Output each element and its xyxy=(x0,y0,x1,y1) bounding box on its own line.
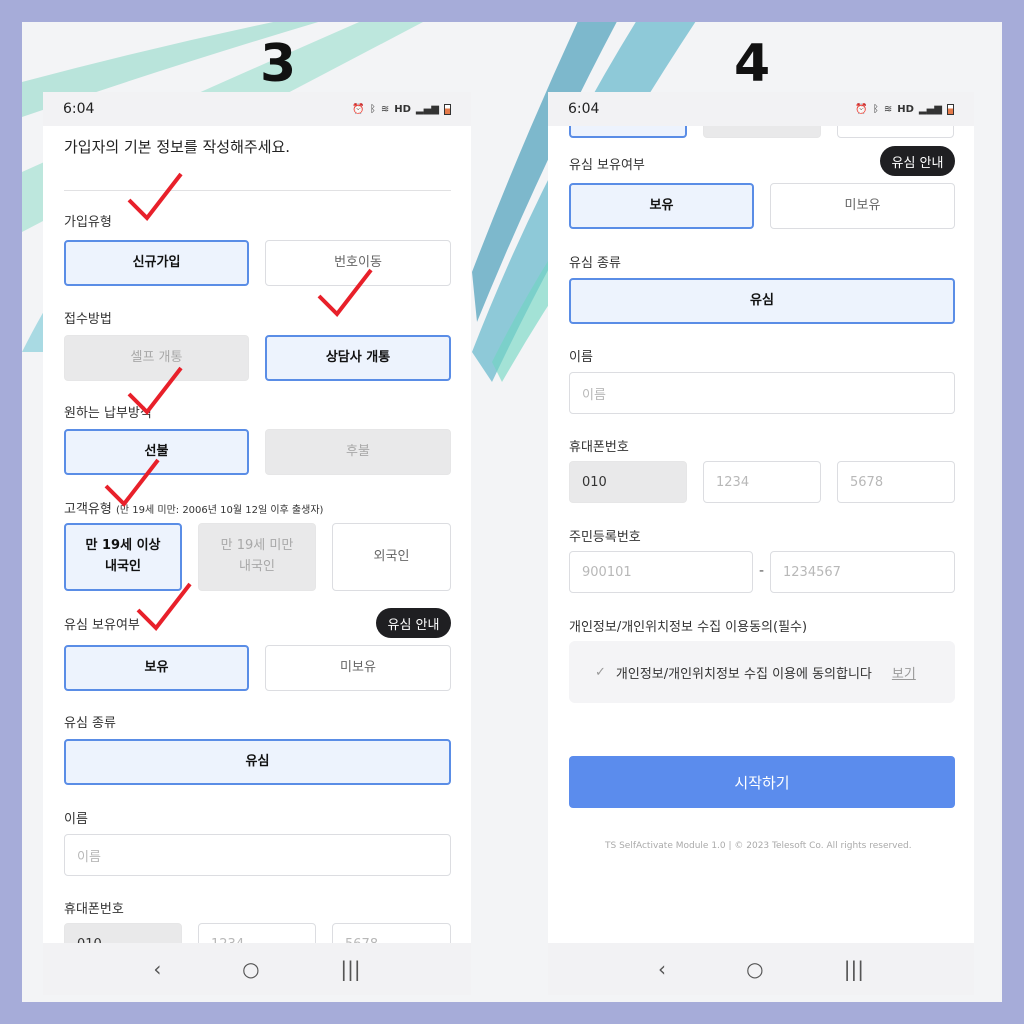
sim-type-button[interactable]: 유심 xyxy=(64,739,451,785)
recent-apps-icon[interactable]: ||| xyxy=(340,957,360,981)
rrn-label: 주민등록번호 xyxy=(569,530,641,545)
rrn-back-input[interactable]: 1234567 xyxy=(770,551,955,593)
sim-type-button[interactable]: 유심 xyxy=(569,278,955,324)
home-icon[interactable]: ○ xyxy=(746,957,763,981)
battery-icon xyxy=(444,103,451,115)
customer-type-note: (만 19세 미만: 2006년 10월 12일 이후 출생자) xyxy=(115,505,324,516)
status-bar: 6:04 ⏰ ᛒ ≋ HD ▂▄▆ xyxy=(548,92,974,126)
nav-bar: ‹ ○ ||| xyxy=(43,943,471,995)
foreigner-button[interactable]: 외국인 xyxy=(332,523,451,591)
sim-own-yes-button[interactable]: 보유 xyxy=(64,645,249,691)
form-content: 가입자의 기본 정보를 작성해주세요. 가입유형 신규가입 번호이동 접수방법 … xyxy=(43,126,471,943)
phone-middle-input[interactable]: 1234 xyxy=(703,461,821,503)
consent-label: 개인정보/개인위치정보 수집 이용동의(필수) xyxy=(569,620,808,635)
phone-prefix-field[interactable]: 010 xyxy=(64,923,182,943)
canvas: 3 4 6:04 ⏰ ᛒ ≋ HD ▂▄▆ 가입자의 기본 정보를 작성해주세요… xyxy=(22,22,1002,1002)
sim-own-no-button[interactable]: 미보유 xyxy=(265,645,451,691)
scrolled-option-button[interactable] xyxy=(703,126,821,138)
phone-middle-input[interactable]: 1234 xyxy=(198,923,316,943)
rrn-dash: - xyxy=(759,563,765,579)
sim-own-yes-button[interactable]: 보유 xyxy=(569,183,754,229)
postpaid-button[interactable]: 후불 xyxy=(265,429,451,475)
hd-voice-icon: HD xyxy=(897,103,914,115)
customer-type-title: 고객유형 xyxy=(64,502,112,517)
sim-guide-button[interactable]: 유심 안내 xyxy=(880,146,955,176)
phone-prefix-field[interactable]: 010 xyxy=(569,461,687,503)
phone-screen-step-3: 6:04 ⏰ ᛒ ≋ HD ▂▄▆ 가입자의 기본 정보를 작성해주세요. 가입… xyxy=(43,92,471,995)
receive-method-label: 접수방법 xyxy=(64,312,112,327)
self-activation-button[interactable]: 셀프 개통 xyxy=(64,335,249,381)
minor-domestic-line1: 만 19세 미만 xyxy=(220,538,294,554)
signal-icon: ▂▄▆ xyxy=(918,103,942,115)
adult-domestic-button[interactable]: 만 19세 이상 내국인 xyxy=(64,523,182,591)
signal-icon: ▂▄▆ xyxy=(415,103,439,115)
wifi-icon: ≋ xyxy=(883,103,893,115)
bluetooth-icon: ᛒ xyxy=(369,103,376,115)
phone-last-input[interactable]: 5678 xyxy=(332,923,451,943)
recent-apps-icon[interactable]: ||| xyxy=(844,957,864,981)
consent-box[interactable]: ✓ 개인정보/개인위치정보 수집 이용에 동의합니다 보기 xyxy=(569,641,955,703)
name-label: 이름 xyxy=(64,812,88,827)
scrolled-option-button[interactable] xyxy=(837,126,954,138)
status-time: 6:04 xyxy=(63,101,95,117)
payment-label: 원하는 납부방식 xyxy=(64,406,152,421)
page-title: 가입자의 기본 정보를 작성해주세요. xyxy=(64,138,291,156)
alarm-icon: ⏰ xyxy=(352,103,365,115)
form-content: 유심 보유여부 유심 안내 보유 미보유 유심 종류 유심 이름 이름 휴대폰번… xyxy=(548,126,974,943)
prepaid-button[interactable]: 선불 xyxy=(64,429,249,475)
minor-domestic-line2: 내국인 xyxy=(239,559,275,574)
back-icon[interactable]: ‹ xyxy=(658,957,666,981)
adult-domestic-line2: 내국인 xyxy=(105,559,141,574)
name-label: 이름 xyxy=(569,350,593,365)
sim-own-no-button[interactable]: 미보유 xyxy=(770,183,955,229)
phone-last-input[interactable]: 5678 xyxy=(837,461,955,503)
consent-view-link[interactable]: 보기 xyxy=(892,663,916,682)
sim-guide-button[interactable]: 유심 안내 xyxy=(376,608,451,638)
footer-copyright: TS SelfActivate Module 1.0 | © 2023 Tele… xyxy=(605,841,912,851)
divider xyxy=(64,190,451,191)
bluetooth-icon: ᛒ xyxy=(872,103,879,115)
nav-bar: ‹ ○ ||| xyxy=(548,943,974,995)
hd-voice-icon: HD xyxy=(394,103,411,115)
battery-icon xyxy=(947,103,954,115)
phone-label: 휴대폰번호 xyxy=(569,440,629,455)
join-type-new-button[interactable]: 신규가입 xyxy=(64,240,249,286)
agent-activation-button[interactable]: 상담사 개통 xyxy=(265,335,451,381)
adult-domestic-line1: 만 19세 이상 xyxy=(85,538,161,554)
customer-type-label: 고객유형 (만 19세 미만: 2006년 10월 12일 이후 출생자) xyxy=(64,498,323,517)
consent-text: 개인정보/개인위치정보 수집 이용에 동의합니다 xyxy=(615,666,872,682)
name-input[interactable]: 이름 xyxy=(64,834,451,876)
status-bar: 6:04 ⏰ ᛒ ≋ HD ▂▄▆ xyxy=(43,92,471,126)
rrn-front-input[interactable]: 900101 xyxy=(569,551,753,593)
sim-type-label: 유심 종류 xyxy=(569,256,621,271)
join-type-label: 가입유형 xyxy=(64,215,112,230)
minor-domestic-button[interactable]: 만 19세 미만 내국인 xyxy=(198,523,316,591)
sim-type-label: 유심 종류 xyxy=(64,716,116,731)
status-icons: ⏰ ᛒ ≋ HD ▂▄▆ xyxy=(855,103,954,115)
check-icon: ✓ xyxy=(595,664,606,680)
join-type-port-button[interactable]: 번호이동 xyxy=(265,240,451,286)
phone-label: 휴대폰번호 xyxy=(64,902,124,917)
status-time: 6:04 xyxy=(568,101,600,117)
status-icons: ⏰ ᛒ ≋ HD ▂▄▆ xyxy=(352,103,451,115)
wifi-icon: ≋ xyxy=(380,103,390,115)
alarm-icon: ⏰ xyxy=(855,103,868,115)
start-button[interactable]: 시작하기 xyxy=(569,756,955,808)
home-icon[interactable]: ○ xyxy=(242,957,259,981)
name-input[interactable]: 이름 xyxy=(569,372,955,414)
sim-own-label: 유심 보유여부 xyxy=(64,618,140,633)
sim-own-label: 유심 보유여부 xyxy=(569,158,645,173)
back-icon[interactable]: ‹ xyxy=(153,957,161,981)
scrolled-option-button[interactable] xyxy=(569,126,687,138)
phone-screen-step-4: 6:04 ⏰ ᛒ ≋ HD ▂▄▆ 유심 보유여부 유심 안내 보유 미보유 유… xyxy=(548,92,974,995)
step-number-3: 3 xyxy=(260,34,297,94)
step-number-4: 4 xyxy=(734,34,771,94)
